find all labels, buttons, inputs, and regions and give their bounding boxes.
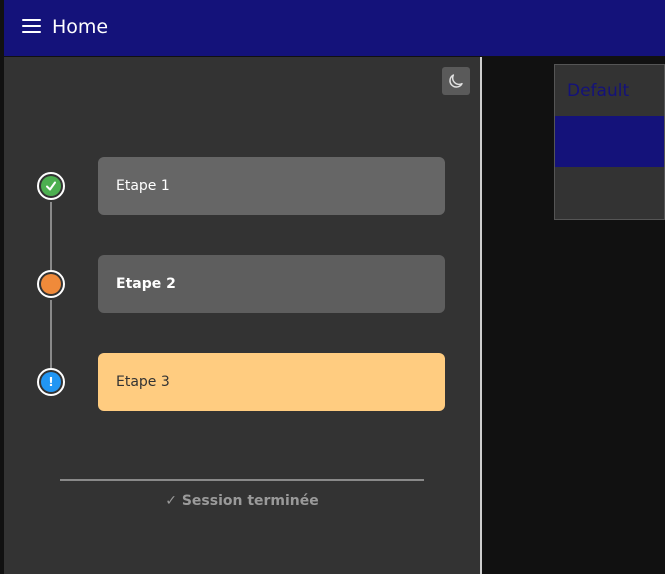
step-3-status-dot: !: [37, 368, 65, 396]
step-3-card[interactable]: Etape 3: [98, 353, 445, 411]
sidebar-resize-handle[interactable]: [480, 57, 482, 574]
circle-icon: [41, 274, 61, 294]
theme-toggle-button[interactable]: [442, 67, 470, 95]
app-bar: Home: [4, 0, 665, 56]
hamburger-menu-icon[interactable]: [22, 19, 41, 33]
step-1-label: Etape 1: [116, 178, 170, 194]
step-3-label: Etape 3: [116, 374, 170, 390]
dropdown-menu: Default: [554, 64, 665, 220]
step-2-status-dot: [37, 270, 65, 298]
step-2-card[interactable]: Etape 2: [98, 255, 445, 313]
app-title: Home: [52, 16, 109, 38]
step-1-status-dot: [37, 172, 65, 200]
step-connector: [50, 202, 52, 270]
step-connector: [50, 300, 52, 368]
check-icon: [46, 181, 56, 191]
step-2-label: Etape 2: [116, 276, 176, 292]
footer-divider: [60, 479, 424, 481]
dropdown-option[interactable]: [555, 167, 664, 218]
session-status-text: ✓ Session terminée: [165, 493, 319, 509]
sidebar-panel: Etape 1 Etape 2 ! Etape 3 ✓ Session term…: [4, 57, 480, 574]
moon-icon: [449, 74, 463, 88]
step-1-card[interactable]: Etape 1: [98, 157, 445, 215]
dropdown-option-selected[interactable]: [555, 116, 664, 167]
exclamation-icon: !: [48, 375, 54, 389]
dropdown-option-default[interactable]: Default: [555, 65, 664, 116]
